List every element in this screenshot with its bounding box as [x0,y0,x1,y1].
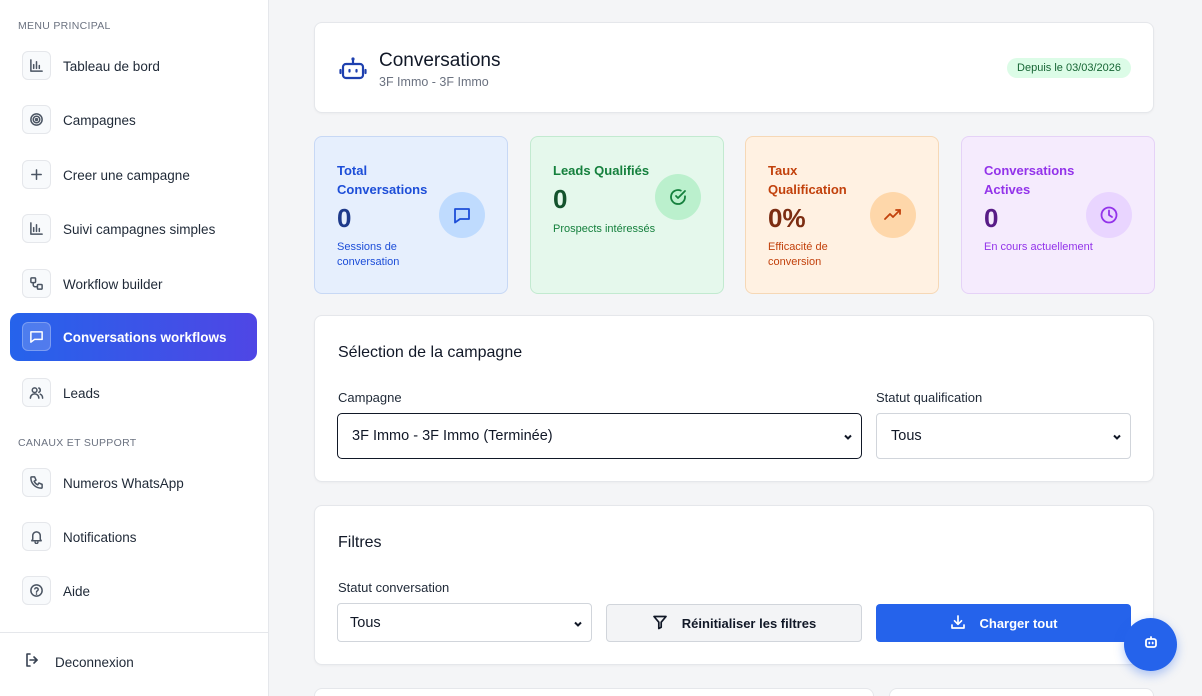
sidebar-item-label: Campagnes [63,112,136,128]
load-all-button[interactable]: Charger tout [876,604,1131,642]
filter-icon [652,614,682,633]
next-card-partial [314,688,874,696]
workflow-icon [22,269,51,298]
stat-title: Leads Qualifiés [553,163,650,178]
sidebar-item-label: Leads [63,385,100,401]
load-all-label: Charger tout [979,615,1058,631]
robot-icon [1143,634,1159,655]
campaign-field-label: Campagne [338,390,402,405]
sidebar-item-label: Numeros WhatsApp [63,475,184,491]
conversation-status-label: Statut conversation [338,580,450,595]
section-title: Sélection de la campagne [338,344,523,361]
sidebar-item-suivi-campagnes[interactable]: Suivi campagnes simples [10,205,257,253]
stat-card-conversations-actives: Conversations Actives 0 En cours actuell… [961,136,1155,294]
conversation-status-select[interactable]: Tous [337,603,592,642]
sidebar-item-label: Notifications [63,529,137,545]
stat-value: 0% [768,203,806,233]
users-icon [22,378,51,407]
trending-up-icon [870,192,916,238]
stat-description: Prospects intéressés [553,223,656,235]
bell-icon [22,522,51,551]
sidebar-item-conversations-workflows[interactable]: Conversations workflows [10,313,257,361]
sidebar-item-label: Aide [63,583,91,599]
next-card-partial [889,688,1154,696]
sidebar-item-campagnes[interactable]: Campagnes [10,96,257,144]
page-title: Conversations [379,50,501,71]
stat-description: En cours actuellement [984,241,1093,253]
stat-value: 0 [337,203,352,233]
reset-filters-button[interactable]: Réinitialiser les filtres [606,604,862,642]
stat-value: 0 [553,184,568,214]
sidebar-item-label: Tableau de bord [63,58,160,74]
bar-chart-icon [22,51,51,80]
stat-value: 0 [984,203,999,233]
section-support-heading: CANAUX ET SUPPORT [18,437,137,449]
stat-card-taux-qualification: Taux Qualification 0% Efficacité de conv… [745,136,939,294]
campaign-selection-card: Sélection de la campagne Campagne 3F Imm… [314,315,1154,482]
page-header-card: Conversations 3F Immo - 3F Immo Depuis l… [314,22,1154,113]
logout-label: Deconnexion [55,655,134,670]
section-main-heading: MENU PRINCIPAL [18,20,111,32]
chevron-down-icon [1112,430,1122,440]
sidebar-item-creer-campagne[interactable]: Creer une campagne [10,151,257,199]
sidebar-item-workflow-builder[interactable]: Workflow builder [10,260,257,308]
stat-title: Taux Qualification [768,163,847,197]
chevron-down-icon [573,617,583,627]
target-icon [22,105,51,134]
campaign-select-value: 3F Immo - 3F Immo (Terminée) [352,428,553,444]
message-icon [439,192,485,238]
sidebar-item-leads[interactable]: Leads [10,369,257,417]
sidebar-item-label: Suivi campagnes simples [63,221,216,237]
date-badge: Depuis le 03/03/2026 [1007,58,1131,78]
sidebar-item-label: Creer une campagne [63,167,190,183]
page-subtitle: 3F Immo - 3F Immo [379,75,489,89]
stat-description: Sessions de conversation [337,241,400,268]
sidebar-item-label: Conversations workflows [63,329,227,345]
logout-button[interactable]: Deconnexion [24,652,134,673]
sidebar-divider [0,632,268,633]
chatbot-fab-button[interactable] [1124,618,1177,671]
filters-card: Filtres Statut conversation Tous Réiniti… [314,505,1154,665]
stat-title: Conversations Actives [984,163,1075,197]
sidebar-item-tableau-de-bord[interactable]: Tableau de bord [10,42,257,90]
sidebar: MENU PRINCIPAL Tableau de bord Campagnes… [0,0,269,696]
stat-card-leads-qualifies: Leads Qualifiés 0 Prospects intéressés [530,136,724,294]
phone-icon [22,468,51,497]
robot-icon [339,55,367,83]
bar-chart-icon [22,214,51,243]
stat-title: Total Conversations [337,163,428,197]
stat-description: Efficacité de conversion [768,241,828,268]
qualification-status-select[interactable]: Tous [876,413,1131,459]
sidebar-item-aide[interactable]: Aide [10,567,257,615]
download-icon [950,614,980,633]
status-field-label: Statut qualification [876,390,983,405]
clock-icon [1086,192,1132,238]
sidebar-item-numeros-whatsapp[interactable]: Numeros WhatsApp [10,459,257,507]
help-icon [22,576,51,605]
chevron-down-icon [843,430,853,440]
reset-filters-label: Réinitialiser les filtres [681,615,817,631]
message-icon [22,322,51,351]
section-title: Filtres [338,534,382,551]
check-circle-icon [655,174,701,220]
sidebar-item-notifications[interactable]: Notifications [10,513,257,561]
logout-icon [24,652,40,673]
conversation-status-value: Tous [350,614,381,631]
qualification-status-value: Tous [891,428,922,444]
campaign-select[interactable]: 3F Immo - 3F Immo (Terminée) [337,413,862,459]
plus-icon [22,160,51,189]
stat-card-total-conversations: Total Conversations 0 Sessions de conver… [314,136,508,294]
sidebar-item-label: Workflow builder [63,276,163,292]
